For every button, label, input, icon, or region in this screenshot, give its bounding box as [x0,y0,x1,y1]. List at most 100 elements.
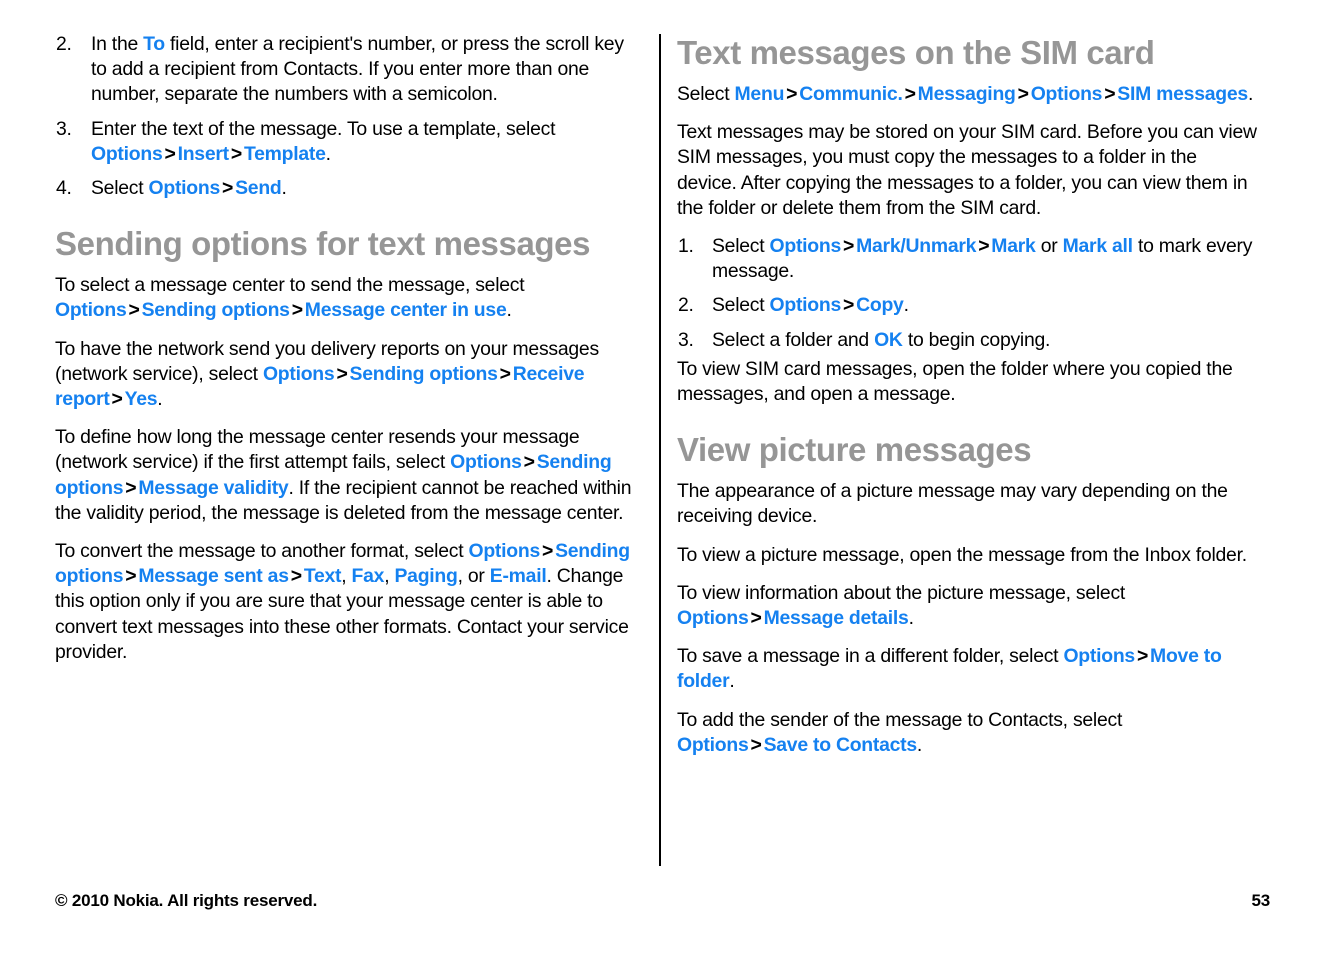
ui-path-link[interactable]: OK [874,329,903,351]
ui-path-link[interactable]: Sending options [350,363,498,385]
body-text: Select a folder and [712,328,875,351]
body-text: . [281,177,287,200]
list-item: 2. Select Options > Copy. [677,293,1257,318]
ui-path-link[interactable]: Mark [991,235,1036,257]
path-separator-icon: > [336,362,348,385]
paragraph: To view a picture message, open the mess… [677,543,1257,568]
body-text: to begin copying. [902,328,1051,351]
ui-path-link[interactable]: Copy [856,294,904,316]
path-separator-icon: > [1017,83,1029,105]
ui-path-link[interactable]: Options [770,294,842,316]
body-text: . [903,294,909,317]
ui-path-link[interactable]: Menu [735,83,785,105]
body-text: field, enter a recipient's number, or pr… [91,33,624,106]
path-separator-icon: > [978,235,990,258]
body-text: Select [712,235,770,258]
ui-path-link[interactable]: Insert [178,143,230,165]
ui-path-link[interactable]: Message sent as [138,565,289,587]
body-text: In the [91,33,144,55]
list-item-number: 3. [56,117,72,140]
path-separator-icon: > [499,362,511,385]
ui-path-link[interactable]: Yes [125,388,158,410]
ui-path-link[interactable]: Options [677,607,749,629]
list-item: 3. Enter the text of the message. To use … [55,117,635,167]
page-number: 53 [1251,891,1270,910]
path-separator-icon: > [164,142,176,165]
body-text: To view SIM card messages, open the fold… [677,357,1233,406]
right-column: Text messages on the SIM card Select Menu… [677,32,1257,758]
list-item: 4. Select Options > Send. [55,176,635,201]
procedure-steps: 1. Select Options > Mark/Unmark > Mark or Mar… [677,234,1257,353]
paragraph: To view SIM card messages, open the fold… [677,357,1257,407]
ui-path-link[interactable]: Message details [764,607,909,629]
list-item-text: Select Options > Send. [91,177,287,199]
path-separator-icon: > [843,294,855,317]
body-text: . [325,142,331,165]
body-text: Select [91,177,149,200]
ui-path-link[interactable]: E-mail [490,565,547,587]
ui-path-link[interactable]: Options [1063,645,1135,667]
section-heading-sending-options: Sending options for text messages [55,225,591,263]
ui-path-link[interactable]: Messaging [918,83,1016,105]
path-separator-icon: > [125,476,137,499]
ui-path-link[interactable]: Options [1031,83,1103,105]
path-separator-icon: > [541,540,554,563]
section-heading: Text messages on the SIM card [677,34,1155,71]
ui-path-link[interactable]: Paging [394,565,457,587]
body-text: . [506,299,512,322]
list-item-text: Enter the text of the message. To use a … [91,118,555,165]
ui-path-link[interactable]: To [143,33,165,55]
document-page: 2. In the To field, enter a recipient's n… [0,0,1322,954]
ui-path-link[interactable]: Send [235,177,282,199]
ui-path-link[interactable]: Text [304,565,342,587]
body-text: . [916,733,923,756]
ui-path-link[interactable]: Options [91,143,163,165]
body-text: , or [457,565,490,588]
ui-path-link[interactable]: Options [450,451,522,473]
body-text: To save a message in a different folder,… [677,645,1064,668]
ui-path-link[interactable]: Options [677,734,749,756]
ui-path-link[interactable]: Message center in use [305,299,507,321]
path-separator-icon: > [750,733,762,756]
procedure-steps-continued: 2. In the To field, enter a recipient's n… [55,32,635,201]
ui-path-link[interactable]: Mark/Unmark [856,235,976,257]
paragraph: To add the sender of the message to Cont… [677,708,1257,758]
body-text: Select [712,294,770,317]
paragraph: Select Menu > Communic. > Messaging > Options >… [677,82,1257,107]
ui-path-link[interactable]: Message validity [138,477,288,499]
path-separator-icon: > [222,177,234,200]
ui-path-link[interactable]: Mark all [1063,235,1133,257]
paragraph: To define how long the message center re… [55,425,635,526]
path-separator-icon: > [125,565,137,588]
path-separator-icon: > [1104,83,1116,105]
body-text: . [1247,83,1254,105]
path-separator-icon: > [904,83,916,105]
ui-path-link[interactable]: Options [55,299,127,321]
paragraph: To have the network send you delivery re… [55,337,635,413]
body-text: Text messages may be stored on your SIM … [677,121,1257,219]
list-item-number: 4. [56,177,72,200]
path-separator-icon: > [750,607,762,630]
list-item-number: 2. [678,294,694,317]
body-text: . [908,607,914,630]
ui-path-link[interactable]: Communic. [799,83,903,105]
page-footer: © 2010 Nokia. All rights reserved. 53 [55,888,1270,914]
ui-path-link[interactable]: Options [770,235,842,257]
ui-path-link[interactable]: Template [244,143,326,165]
list-item-text: Select Options > Copy. [712,294,909,316]
list-item-number: 3. [678,328,694,351]
ui-path-link[interactable]: Options [263,363,335,385]
ui-path-link[interactable]: Fax [352,565,385,587]
ui-path-link[interactable]: Options [149,177,221,199]
body-text: or [1035,235,1063,258]
ui-path-link[interactable]: Sending options [142,299,290,321]
ui-path-link[interactable]: SIM messages [1117,83,1248,105]
ui-path-link[interactable]: Save to Contacts [764,734,918,756]
path-separator-icon: > [523,451,535,474]
body-text: To add the sender of the message to Cont… [677,708,1123,731]
paragraph: Text messages may be stored on your SIM … [677,120,1257,221]
path-separator-icon: > [290,565,302,588]
ui-path-link[interactable]: Options [468,540,540,562]
paragraph: To select a message center to send the m… [55,273,635,323]
path-separator-icon: > [128,299,140,322]
